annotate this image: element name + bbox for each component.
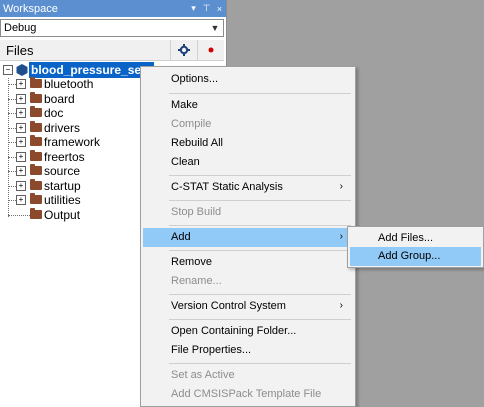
expand-icon[interactable]: + [16,122,26,133]
expand-icon[interactable]: + [16,108,26,118]
menu-item-label: Rename... [171,275,222,287]
expand-icon[interactable]: + [16,195,26,205]
chevron-right-icon: › [339,231,343,242]
menu-item-make[interactable]: Make [143,96,353,115]
menu-item-label: Add [171,231,191,243]
menu-item-add-files[interactable]: Add Files... [350,229,481,248]
menu-item-compile[interactable]: Compile [143,115,353,134]
collapse-icon[interactable]: − [3,65,13,75]
menu-item-label: Clean [171,156,200,168]
menu-item-label: Options... [171,73,219,85]
menu-item-options[interactable]: Options... [143,70,353,89]
menu-item-label: C-STAT Static Analysis [171,181,283,193]
menu-separator [169,294,351,295]
menu-item-label: File Properties... [171,344,252,356]
configuration-value: Debug [4,22,37,34]
menu-item-add[interactable]: Add › [143,228,353,247]
folder-label: utilities [44,193,81,207]
folder-icon [30,149,42,161]
breakpoint-dot-icon[interactable] [197,40,224,60]
chevron-down-icon: ▼ [210,23,220,33]
files-column-header: Files [0,40,224,61]
folder-icon [30,164,42,175]
folder-icon [30,91,42,103]
menu-item-rebuild-all[interactable]: Rebuild All [143,134,353,153]
folder-icon [30,120,42,132]
expand-icon[interactable]: + [16,137,26,147]
menu-item-label: Rebuild All [171,137,223,149]
menu-item-label: Compile [171,118,212,130]
menu-item-add-group[interactable]: Add Group... [350,247,481,266]
folder-label: freertos [44,149,85,164]
workspace-title: Workspace [3,2,58,15]
gear-icon[interactable] [170,40,197,60]
menu-item-rename[interactable]: Rename... [143,272,353,291]
folder-icon [30,193,42,204]
folder-label: bluetooth [44,77,94,91]
folder-label: startup [44,178,81,193]
menu-item-file-properties[interactable]: File Properties... [143,341,353,360]
folder-icon [30,207,42,219]
folder-label: board [44,91,75,106]
menu-item-version-control[interactable]: Version Control System › [143,297,353,316]
menu-item-stop-build[interactable]: Stop Build [143,203,353,222]
menu-item-label: Remove [171,256,212,268]
menu-separator [169,319,351,320]
menu-item-set-as-active[interactable]: Set as Active [143,366,353,385]
menu-item-cstat[interactable]: C-STAT Static Analysis › [143,178,353,197]
configuration-select[interactable]: Debug ▼ [0,19,224,37]
menu-item-label: Add Files... [378,232,434,244]
expand-icon[interactable]: + [16,180,26,191]
workspace-title-bar: Workspace ▾ ⊤ × [0,0,226,17]
context-menu: Options... Make Compile Rebuild All Clea… [140,66,356,407]
menu-item-label: Add CMSISPack Template File [171,388,322,400]
menu-item-label: Stop Build [171,206,222,218]
menu-separator [169,200,351,201]
folder-icon [30,106,42,117]
expand-icon[interactable]: + [16,151,26,162]
menu-separator [169,225,351,226]
menu-item-label: Make [171,99,198,111]
menu-item-label: Open Containing Folder... [171,325,297,337]
folder-icon [30,178,42,190]
chevron-right-icon: › [339,300,343,311]
folder-label: doc [44,106,64,120]
expand-icon[interactable]: + [16,79,26,89]
menu-item-clean[interactable]: Clean [143,153,353,172]
folder-label: source [44,164,81,178]
expand-icon[interactable]: + [16,93,26,104]
chevron-right-icon: › [339,181,343,192]
menu-item-open-containing-folder[interactable]: Open Containing Folder... [143,322,353,341]
menu-separator [169,175,351,176]
menu-separator [169,250,351,251]
menu-item-add-cmsispack-template[interactable]: Add CMSISPack Template File [143,385,353,404]
project-name: blood_pressure_sen [31,63,149,77]
menu-item-remove[interactable]: Remove [143,253,353,272]
menu-separator [169,363,351,364]
files-header-label: Files [6,42,34,58]
menu-item-label: Set as Active [171,369,235,381]
folder-icon [30,135,42,146]
folder-icon [30,77,42,88]
add-submenu: Add Files... Add Group... [347,226,484,268]
menu-item-label: Version Control System [171,300,286,312]
menu-separator [169,93,351,94]
folder-label: framework [44,135,101,149]
folder-label: Output [44,207,81,222]
project-icon [16,64,28,76]
folder-label: drivers [44,120,81,135]
close-icon[interactable]: × [213,4,226,14]
menu-item-label: Add Group... [378,250,441,262]
expand-icon[interactable]: + [16,166,26,176]
dropdown-arrow-icon[interactable]: ▾ [187,3,200,14]
pin-icon[interactable]: ⊤ [200,3,213,14]
